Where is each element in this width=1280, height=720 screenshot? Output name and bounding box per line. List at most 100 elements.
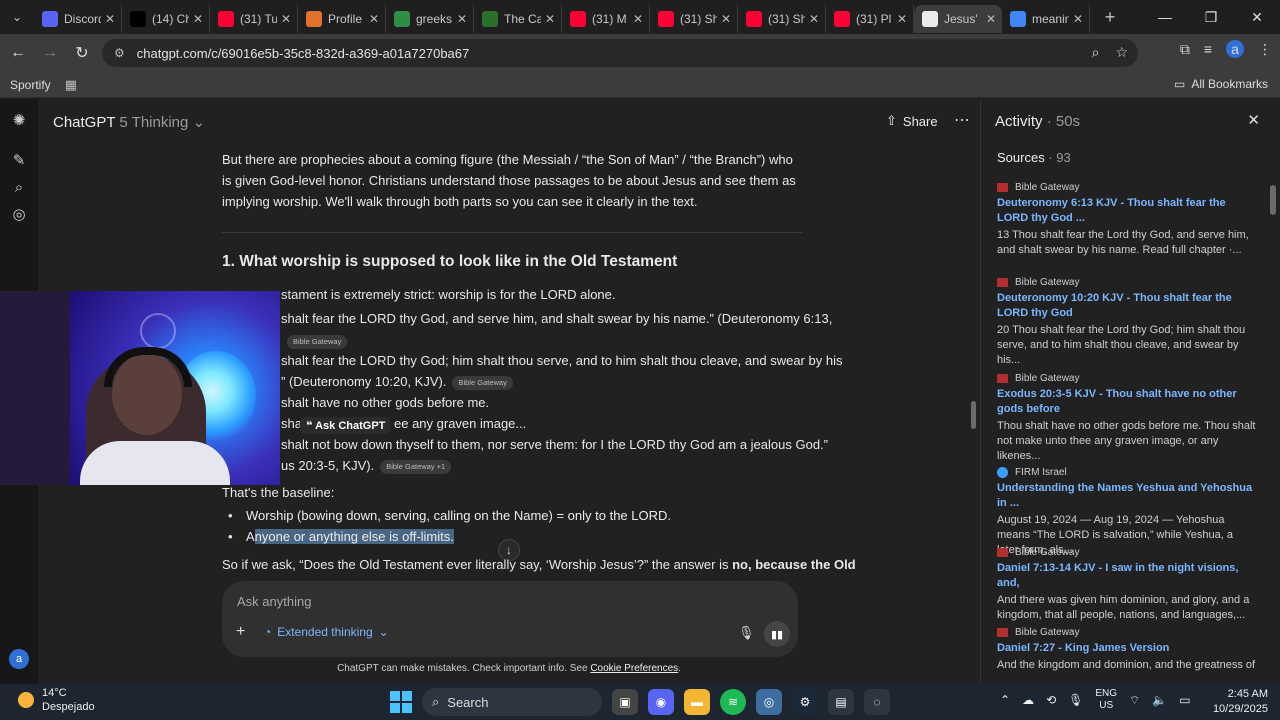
mic-tray-icon[interactable]: 🎙: [1068, 693, 1083, 707]
back-icon[interactable]: ←: [4, 39, 32, 67]
taskbar-search[interactable]: ⌕ Search: [422, 688, 602, 716]
browser-tab[interactable]: Discord ✕: [34, 5, 122, 33]
battery-icon[interactable]: ▭: [1179, 693, 1190, 707]
close-tab-icon[interactable]: ✕: [809, 12, 819, 26]
new-chat-icon[interactable]: ✎: [10, 151, 28, 169]
extended-thinking-toggle[interactable]: ◔ Extended thinking ⌄: [264, 625, 389, 639]
browser-tab[interactable]: Jesus' ✕: [914, 5, 1002, 33]
more-options-icon[interactable]: ⋯: [954, 110, 971, 130]
close-tab-icon[interactable]: ✕: [633, 12, 643, 26]
source-title[interactable]: Deuteronomy 6:13 KJV - Thou shalt fear t…: [997, 196, 1257, 226]
source-title[interactable]: Daniel 7:27 - King James Version: [997, 641, 1257, 656]
voice-mode-button[interactable]: ▮▮: [764, 621, 790, 647]
task-view-icon[interactable]: ▣: [612, 689, 638, 715]
browser-tab[interactable]: (31) Sh ✕: [738, 5, 826, 33]
sync-icon[interactable]: ⟲: [1046, 693, 1056, 707]
new-tab-button[interactable]: +: [1096, 3, 1124, 31]
language-indicator[interactable]: ENG US: [1095, 688, 1117, 712]
activity-scroll-thumb[interactable]: [1270, 185, 1276, 215]
microphone-icon[interactable]: 🎙: [738, 625, 755, 641]
close-panel-icon[interactable]: ✕: [1247, 111, 1260, 129]
wifi-icon[interactable]: ⌔: [1129, 693, 1140, 708]
add-attachment-icon[interactable]: +: [236, 623, 245, 641]
bookmark-sportify[interactable]: Sportify: [10, 78, 51, 92]
model-selector[interactable]: ChatGPT 5 Thinking ⌄: [53, 113, 205, 131]
minimize-icon[interactable]: —: [1142, 0, 1188, 34]
browser-tab[interactable]: The Cat ✕: [474, 5, 562, 33]
search-chats-icon[interactable]: ⌕: [10, 178, 28, 196]
extensions-icon[interactable]: ⧉: [1180, 41, 1190, 58]
close-tab-icon[interactable]: ✕: [897, 12, 907, 26]
media-controls-icon[interactable]: ≡: [1204, 41, 1212, 57]
webcam-background: [0, 291, 70, 485]
close-tab-icon[interactable]: ✕: [545, 12, 555, 26]
browser-tab[interactable]: (31) Tube ✕: [210, 5, 298, 33]
restore-icon[interactable]: ❐: [1188, 0, 1234, 34]
browser-tab[interactable]: Profile ✕: [298, 5, 386, 33]
clock[interactable]: 2:45 AM 10/29/2025: [1213, 687, 1268, 717]
library-icon[interactable]: ◎: [10, 205, 28, 223]
user-avatar[interactable]: a: [9, 649, 29, 669]
prompt-input[interactable]: Ask anything: [237, 594, 311, 609]
browser-tab[interactable]: (31) Sh ✕: [650, 5, 738, 33]
share-button[interactable]: ⇧ Share: [886, 113, 938, 129]
close-tab-icon[interactable]: ✕: [281, 12, 291, 26]
forward-icon[interactable]: →: [36, 39, 64, 67]
browser-tab[interactable]: greeks ✕: [386, 5, 474, 33]
source-pill[interactable]: Bible Gateway +1: [380, 459, 452, 474]
browser-menu-icon[interactable]: ⋮: [1258, 41, 1272, 58]
tab-title: (31) M: [592, 12, 627, 26]
start-icon[interactable]: [390, 691, 412, 713]
source-title[interactable]: Deuteronomy 10:20 KJV - Thou shalt fear …: [997, 291, 1257, 321]
file-explorer-icon[interactable]: ▬: [684, 689, 710, 715]
chat-scrollbar[interactable]: [970, 143, 978, 643]
ask-chatgpt-popup[interactable]: ❝ Ask ChatGPT: [300, 417, 392, 434]
all-bookmarks-button[interactable]: ▭ All Bookmarks: [1174, 77, 1268, 91]
source-card[interactable]: Bible Gateway Daniel 7:27 - King James Ve…: [997, 627, 1257, 673]
onedrive-icon[interactable]: ☁: [1022, 693, 1034, 707]
browser-tab[interactable]: meaning ✕: [1002, 5, 1090, 33]
volume-icon[interactable]: 🔈: [1152, 693, 1167, 707]
gamebar-icon[interactable]: ▤: [828, 689, 854, 715]
source-card[interactable]: Bible Gateway Exodus 20:3-5 KJV - Thou sh…: [997, 373, 1257, 464]
close-window-icon[interactable]: ✕: [1234, 0, 1280, 34]
weather-widget[interactable]: 14°C Despejado: [18, 686, 95, 714]
close-tab-icon[interactable]: ✕: [369, 12, 379, 26]
source-card[interactable]: Bible Gateway Deuteronomy 10:20 KJV - Tho…: [997, 277, 1257, 368]
source-title[interactable]: Understanding the Names Yeshua and Yehos…: [997, 481, 1257, 511]
source-title[interactable]: Daniel 7:13-14 KJV - I saw in the night …: [997, 561, 1257, 591]
browser-tab[interactable]: (31) Pl ✕: [826, 5, 914, 33]
scroll-thumb[interactable]: [971, 401, 976, 429]
close-tab-icon[interactable]: ✕: [193, 12, 203, 26]
profile-avatar[interactable]: a: [1226, 40, 1244, 58]
tab-search-icon[interactable]: ⌄: [0, 0, 34, 34]
chevron-up-icon[interactable]: ⌃: [1000, 693, 1010, 707]
app-icon[interactable]: ◌: [864, 689, 890, 715]
close-tab-icon[interactable]: ✕: [986, 12, 996, 26]
steam-icon[interactable]: ⚙: [792, 689, 818, 715]
spotify-icon[interactable]: ≋: [720, 689, 746, 715]
source-title[interactable]: Exodus 20:3-5 KJV - Thou shalt have no o…: [997, 387, 1257, 417]
source-card[interactable]: Bible Gateway Daniel 7:13-14 KJV - I saw …: [997, 547, 1257, 623]
close-tab-icon[interactable]: ✕: [721, 12, 731, 26]
source-card[interactable]: FIRM Israel Understanding the Names Yeshu…: [997, 467, 1257, 558]
browser-tab[interactable]: (14) Chat ✕: [122, 5, 210, 33]
cookie-preferences-link[interactable]: Cookie Preferences: [590, 663, 678, 674]
site-favicon-icon: [997, 628, 1008, 637]
source-pill[interactable]: Bible Gateway: [287, 334, 348, 349]
browser-tab[interactable]: (31) M ✕: [562, 5, 650, 33]
close-tab-icon[interactable]: ✕: [457, 12, 467, 26]
site-info-icon[interactable]: ⚙: [114, 46, 125, 60]
bookmark-star-icon[interactable]: ☆: [1115, 44, 1128, 61]
chatgpt-logo-icon[interactable]: ✺: [10, 111, 28, 129]
url-field[interactable]: ⚙ chatgpt.com/c/69016e5b-35c8-832d-a369-…: [102, 39, 1138, 67]
source-pill[interactable]: Bible Gateway: [452, 375, 513, 390]
apps-grid-icon[interactable]: ▦: [65, 77, 77, 93]
reload-icon[interactable]: ↻: [68, 39, 96, 67]
close-tab-icon[interactable]: ✕: [1073, 12, 1083, 26]
close-tab-icon[interactable]: ✕: [105, 12, 115, 26]
chrome-icon[interactable]: ◎: [756, 689, 782, 715]
discord-icon[interactable]: ◉: [648, 689, 674, 715]
source-card[interactable]: Bible Gateway Deuteronomy 6:13 KJV - Thou…: [997, 182, 1257, 258]
zoom-search-icon[interactable]: ⌕: [1092, 44, 1100, 61]
